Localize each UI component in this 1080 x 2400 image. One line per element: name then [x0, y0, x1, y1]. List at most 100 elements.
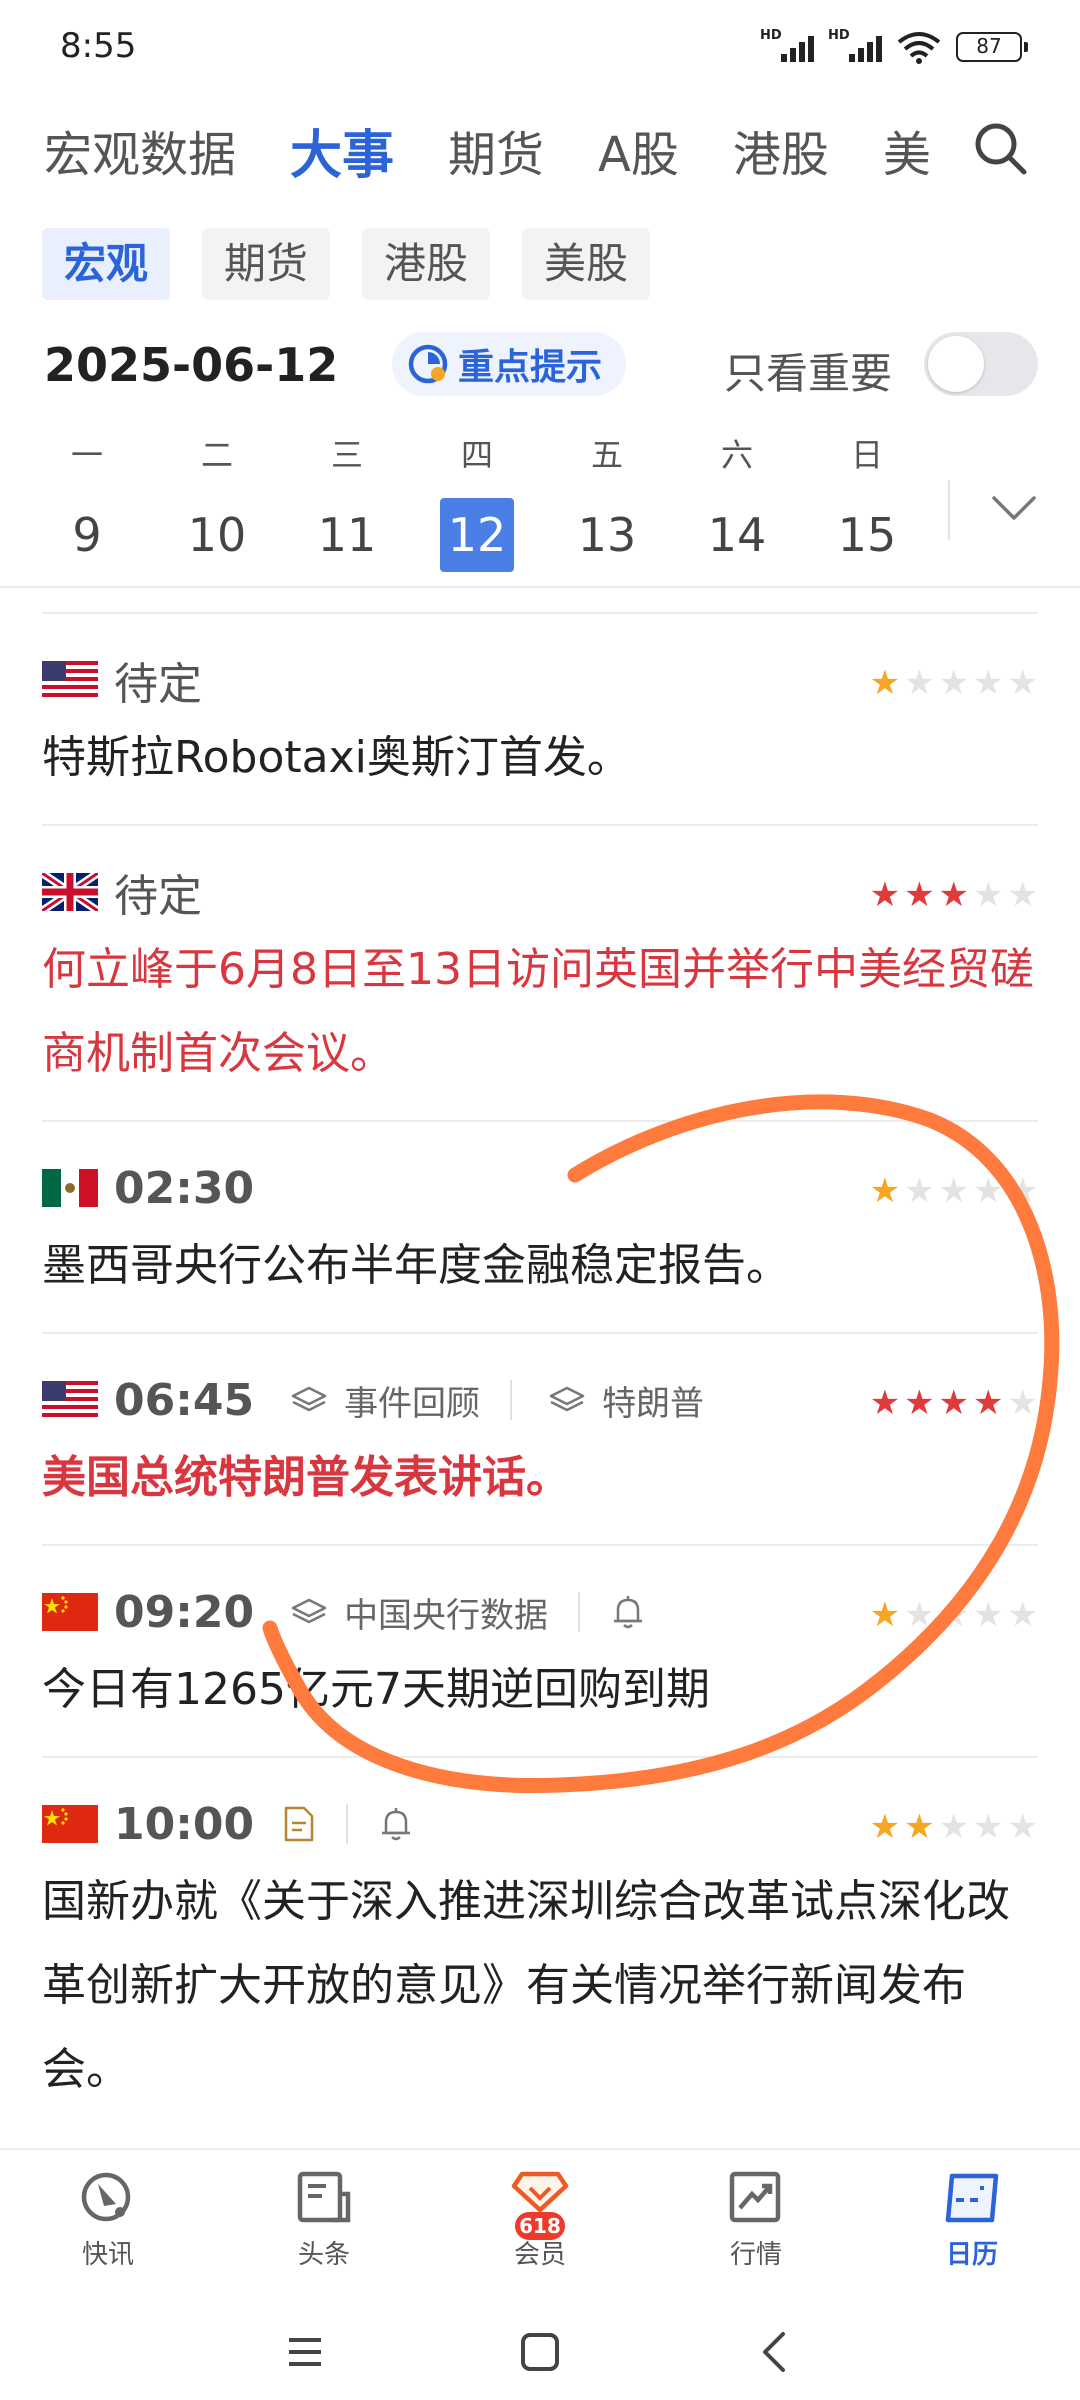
tab-a-shares[interactable]: A股: [598, 115, 679, 185]
day-mon[interactable]: 一9: [22, 430, 152, 580]
flash-news-icon: [81, 2172, 131, 2222]
week-selector: 一9 二 10 三 11 四 12 五 13 六 14 日 15: [22, 430, 932, 580]
nav-headlines[interactable]: 头条: [216, 2150, 432, 2298]
back-icon[interactable]: [745, 2322, 805, 2382]
key-tip-icon: [408, 344, 448, 384]
subtab-hk-stocks[interactable]: 港股: [362, 228, 491, 300]
importance-stars: ★ ★ ★ ★ ★: [870, 878, 1038, 912]
star-empty-icon: ★: [904, 1171, 935, 1211]
event-text: 特斯拉Robotaxi奥斯汀首发。: [42, 732, 631, 783]
event-item[interactable]: 待定 ★ ★ ★ ★ ★ 何立峰于6月8日至13日访问英国并举行中美经贸磋商机制首次会议…: [42, 824, 1038, 1120]
star-empty-icon: ★: [973, 1595, 1004, 1635]
event-text: 墨西哥央行公布半年度金融稳定报告。: [42, 1240, 790, 1291]
event-item[interactable]: 06:45 事件回顾 特朗普 ★ ★ ★ ★ ★ 美国总统特朗普发表讲话。: [42, 1332, 1038, 1544]
only-important-toggle[interactable]: [924, 332, 1038, 396]
bell-icon[interactable]: [378, 1805, 414, 1843]
event-item[interactable]: 09:20 中国央行数据 ★ ★ ★ ★ ★ 今日有1265亿元7天期逆回购到期: [42, 1544, 1038, 1756]
divider: [0, 586, 1080, 588]
star-empty-icon: ★: [904, 663, 935, 703]
us-flag-icon: [42, 661, 98, 699]
tab-hk-stocks[interactable]: 港股: [733, 115, 829, 185]
home-icon[interactable]: [510, 2322, 570, 2382]
importance-stars: ★ ★ ★ ★ ★: [870, 1598, 1038, 1632]
layers-icon: [291, 1386, 327, 1412]
star-filled-icon: ★: [869, 875, 901, 915]
star-empty-icon: ★: [1007, 1171, 1038, 1211]
tag-event-review[interactable]: 事件回顾: [290, 1376, 480, 1425]
subtab-macro[interactable]: 宏观: [42, 228, 171, 300]
day-thu-selected[interactable]: 四 12: [412, 430, 542, 580]
star-filled-icon: ★: [869, 1171, 901, 1211]
day-wed[interactable]: 三 11: [282, 430, 412, 580]
china-flag-icon: [42, 1593, 98, 1631]
tab-major-events[interactable]: 大事: [290, 113, 394, 188]
event-time: 02:30: [114, 1162, 255, 1214]
layers-icon: [291, 1598, 327, 1624]
calendar-icon: [945, 2173, 999, 2223]
promo-badge: 618: [515, 2212, 565, 2240]
star-empty-icon: ★: [1007, 663, 1038, 703]
status-bar: 8:55 HD HD 87: [0, 0, 1080, 96]
event-item[interactable]: 02:30 ★ ★ ★ ★ ★ 墨西哥央行公布半年度金融稳定报告。: [42, 1120, 1038, 1332]
bell-icon[interactable]: [610, 1593, 646, 1631]
star-filled-icon: ★: [938, 875, 970, 915]
event-text: 国新办就《关于深入推进深圳综合改革试点深化改革创新扩大开放的意见》有关情况举行新…: [42, 1876, 1010, 2095]
tab-us-stocks[interactable]: 美: [883, 115, 931, 185]
star-empty-icon: ★: [938, 1171, 970, 1211]
mexico-flag-icon: [42, 1169, 98, 1207]
tag-trump[interactable]: 特朗普: [548, 1376, 704, 1425]
us-flag-icon: [42, 1381, 98, 1419]
day-sun[interactable]: 日 15: [802, 430, 932, 580]
day-fri[interactable]: 五 13: [542, 430, 672, 580]
tab-macro-data[interactable]: 宏观数据: [44, 115, 236, 185]
star-empty-icon: ★: [1007, 875, 1038, 915]
nav-flash-news[interactable]: 快讯: [0, 2150, 216, 2298]
day-tue[interactable]: 二 10: [152, 430, 282, 580]
layers-icon: [549, 1386, 585, 1412]
event-item[interactable]: 待定 ★ ★ ★ ★ ★ 特斯拉Robotaxi奥斯汀首发。: [42, 612, 1038, 824]
importance-stars: ★ ★ ★ ★ ★: [870, 666, 1038, 700]
star-empty-icon: ★: [1007, 1383, 1038, 1423]
star-empty-icon: ★: [1007, 1807, 1038, 1847]
top-tabs: 宏观数据 大事 期货 A股 港股 美: [44, 108, 954, 192]
document-icon[interactable]: [282, 1805, 316, 1843]
current-date[interactable]: 2025-06-12: [44, 338, 338, 392]
event-text: 美国总统特朗普发表讲话。: [42, 1452, 570, 1503]
star-filled-icon: ★: [904, 1383, 935, 1423]
status-icons: HD HD 87: [760, 28, 1028, 64]
event-time: 待定: [114, 659, 202, 710]
menu-icon[interactable]: [275, 2322, 335, 2382]
china-flag-icon: [42, 1805, 98, 1843]
chevron-down-icon[interactable]: [988, 490, 1040, 526]
status-time: 8:55: [60, 26, 137, 66]
importance-stars: ★ ★ ★ ★ ★: [870, 1174, 1038, 1208]
star-empty-icon: ★: [973, 1807, 1004, 1847]
star-empty-icon: ★: [973, 663, 1004, 703]
star-filled-icon: ★: [869, 1807, 901, 1847]
search-icon[interactable]: [970, 118, 1030, 178]
nav-calendar[interactable]: 日历: [864, 2150, 1080, 2298]
nav-vip[interactable]: 618 会员: [432, 2150, 648, 2298]
tag-pboc-data[interactable]: 中国央行数据: [290, 1588, 548, 1637]
importance-stars: ★ ★ ★ ★ ★: [870, 1386, 1038, 1420]
wifi-icon: [897, 32, 941, 64]
tab-futures[interactable]: 期货: [448, 115, 544, 185]
week-divider: [948, 480, 950, 540]
signal-icon: HD: [760, 28, 814, 64]
key-tip-button[interactable]: 重点提示: [392, 332, 627, 396]
tag-divider: [510, 1380, 513, 1420]
bottom-nav: 快讯 头条 618 会员 行情 日历: [0, 2148, 1080, 2298]
importance-stars: ★ ★ ★ ★ ★: [870, 1810, 1038, 1844]
day-sat[interactable]: 六 14: [672, 430, 802, 580]
headline-icon: [297, 2171, 351, 2223]
event-item[interactable]: 10:00 ★ ★ ★ ★ ★ 国新办就《关于深入推进深圳综合改革试点深化改革创新扩大开…: [42, 1756, 1038, 2136]
only-important-label: 只看重要: [724, 349, 893, 398]
event-time: 待定: [114, 871, 202, 922]
nav-market[interactable]: 行情: [648, 2150, 864, 2298]
star-filled-icon: ★: [869, 663, 901, 703]
tag-divider: [578, 1592, 581, 1632]
subtab-us-stocks[interactable]: 美股: [522, 228, 651, 300]
subtab-futures[interactable]: 期货: [202, 228, 331, 300]
market-icon: [729, 2171, 781, 2223]
star-filled-icon: ★: [938, 1383, 970, 1423]
